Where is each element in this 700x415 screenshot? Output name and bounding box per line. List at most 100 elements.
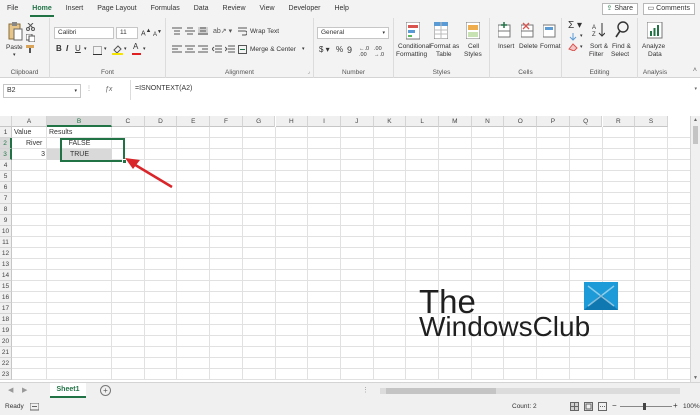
column-header-r[interactable]: R: [602, 116, 636, 127]
column-header-d[interactable]: D: [144, 116, 178, 127]
cell-b2[interactable]: FALSE: [49, 138, 110, 149]
horizontal-scrollbar[interactable]: [380, 388, 680, 394]
align-top-icon[interactable]: [172, 27, 182, 35]
format-as-table-icon[interactable]: [434, 22, 448, 39]
scroll-thumb[interactable]: [693, 126, 698, 144]
vertical-scrollbar[interactable]: ▲ ▼: [690, 116, 700, 382]
row-header-13[interactable]: 13: [0, 259, 12, 270]
clear-icon[interactable]: [568, 43, 578, 51]
format-cells-icon[interactable]: [543, 22, 557, 38]
fx-icon[interactable]: ƒx: [105, 86, 112, 93]
cell-a2[interactable]: River: [14, 138, 45, 149]
row-header-11[interactable]: 11: [0, 237, 12, 248]
comments-button[interactable]: ▭ Comments: [642, 3, 695, 15]
tab-home[interactable]: Home: [25, 0, 58, 18]
align-center-icon[interactable]: [185, 45, 195, 53]
font-size-select[interactable]: 11: [116, 27, 138, 39]
fill-icon[interactable]: [568, 33, 578, 41]
paste-icon[interactable]: [7, 22, 23, 42]
format-button[interactable]: Format: [540, 43, 561, 50]
accounting-format-icon[interactable]: $ ▾: [319, 45, 330, 54]
row-header-4[interactable]: 4: [0, 160, 12, 171]
underline-icon[interactable]: U: [75, 44, 81, 53]
tab-page-layout[interactable]: Page Layout: [90, 0, 143, 18]
decrease-indent-icon[interactable]: [212, 45, 222, 53]
row-header-3[interactable]: 3: [0, 149, 12, 160]
delete-button[interactable]: Delete: [519, 43, 538, 50]
merge-center-button[interactable]: Merge & Center: [250, 46, 296, 53]
comma-style-icon[interactable]: 9: [347, 45, 352, 55]
italic-icon[interactable]: I: [66, 44, 68, 53]
cell-a1[interactable]: Value: [14, 127, 45, 138]
copy-icon[interactable]: [26, 34, 35, 42]
bold-icon[interactable]: B: [56, 44, 62, 53]
tab-review[interactable]: Review: [216, 0, 253, 18]
format-painter-icon[interactable]: [26, 45, 35, 53]
column-header-h[interactable]: H: [275, 116, 309, 127]
tab-file[interactable]: File: [0, 0, 25, 18]
scroll-down-icon[interactable]: ▼: [693, 375, 698, 381]
conditional-formatting-button[interactable]: Conditional: [398, 43, 431, 50]
orientation-icon[interactable]: ab↗ ▾: [213, 27, 232, 35]
decrease-font-icon[interactable]: A▼: [153, 29, 162, 38]
row-header-10[interactable]: 10: [0, 226, 12, 237]
row-header-16[interactable]: 16: [0, 292, 12, 303]
column-header-q[interactable]: Q: [569, 116, 603, 127]
row-header-14[interactable]: 14: [0, 270, 12, 281]
horizontal-scroll-thumb[interactable]: [386, 388, 496, 394]
delete-cells-icon[interactable]: [521, 22, 535, 38]
paste-button[interactable]: Paste: [6, 44, 23, 51]
insert-button[interactable]: Insert: [498, 43, 514, 50]
number-format-select[interactable]: General ▾: [317, 27, 389, 39]
column-header-c[interactable]: C: [112, 116, 145, 127]
zoom-slider-thumb[interactable]: [643, 403, 646, 410]
column-header-b[interactable]: B: [47, 116, 112, 127]
wrap-text-icon[interactable]: [238, 27, 247, 36]
cell-a3[interactable]: 3: [14, 149, 45, 160]
tab-view[interactable]: View: [253, 0, 282, 18]
alignment-launcher-icon[interactable]: ⌟: [308, 69, 310, 75]
column-header-a[interactable]: A: [12, 116, 47, 127]
increase-decimal-icon[interactable]: ←.0.00: [359, 46, 369, 58]
decrease-decimal-icon[interactable]: .00 →.0: [374, 46, 384, 58]
align-left-icon[interactable]: [172, 45, 182, 53]
prev-sheet-icon[interactable]: ◀: [8, 386, 13, 394]
analyze-data-button[interactable]: Analyze: [642, 43, 665, 50]
select-all-corner[interactable]: [0, 116, 12, 127]
row-header-2[interactable]: 2: [0, 138, 12, 149]
cell-b3[interactable]: TRUE: [49, 149, 110, 160]
column-header-l[interactable]: L: [406, 116, 439, 127]
next-sheet-icon[interactable]: ▶: [22, 386, 27, 394]
column-header-p[interactable]: P: [537, 116, 570, 127]
autosum-icon[interactable]: Σ ▾: [568, 20, 582, 31]
cell-b1[interactable]: Results: [49, 127, 110, 138]
column-header-g[interactable]: G: [242, 116, 276, 127]
find-select-button[interactable]: Find &: [612, 43, 631, 50]
zoom-out-button[interactable]: −: [612, 401, 617, 410]
cut-icon[interactable]: [26, 23, 35, 31]
align-middle-icon[interactable]: [185, 27, 195, 35]
scroll-up-icon[interactable]: ▲: [693, 117, 698, 123]
row-header-22[interactable]: 22: [0, 358, 12, 369]
borders-icon[interactable]: [93, 46, 103, 55]
formula-bar-options-icon[interactable]: ⋮: [86, 85, 92, 92]
conditional-formatting-icon[interactable]: [406, 22, 420, 40]
row-header-7[interactable]: 7: [0, 193, 12, 204]
sheet-options-icon[interactable]: ⋮: [362, 386, 369, 394]
tab-formulas[interactable]: Formulas: [144, 0, 187, 18]
row-header-21[interactable]: 21: [0, 347, 12, 358]
row-header-1[interactable]: 1: [0, 127, 12, 138]
page-break-view-icon[interactable]: [598, 402, 607, 411]
column-header-e[interactable]: E: [177, 116, 211, 127]
formula-input[interactable]: =ISNONTEXT(A2): [130, 80, 690, 100]
column-header-n[interactable]: N: [471, 116, 505, 127]
tab-data[interactable]: Data: [187, 0, 216, 18]
cell-styles-icon[interactable]: [466, 22, 480, 39]
share-button[interactable]: ⇪ Share: [601, 3, 638, 15]
row-header-12[interactable]: 12: [0, 248, 12, 259]
cell-styles-button[interactable]: Cell: [468, 43, 479, 50]
row-header-5[interactable]: 5: [0, 171, 12, 182]
format-as-table-button[interactable]: Format as: [430, 43, 459, 50]
zoom-slider[interactable]: [620, 406, 672, 407]
row-header-15[interactable]: 15: [0, 281, 12, 292]
